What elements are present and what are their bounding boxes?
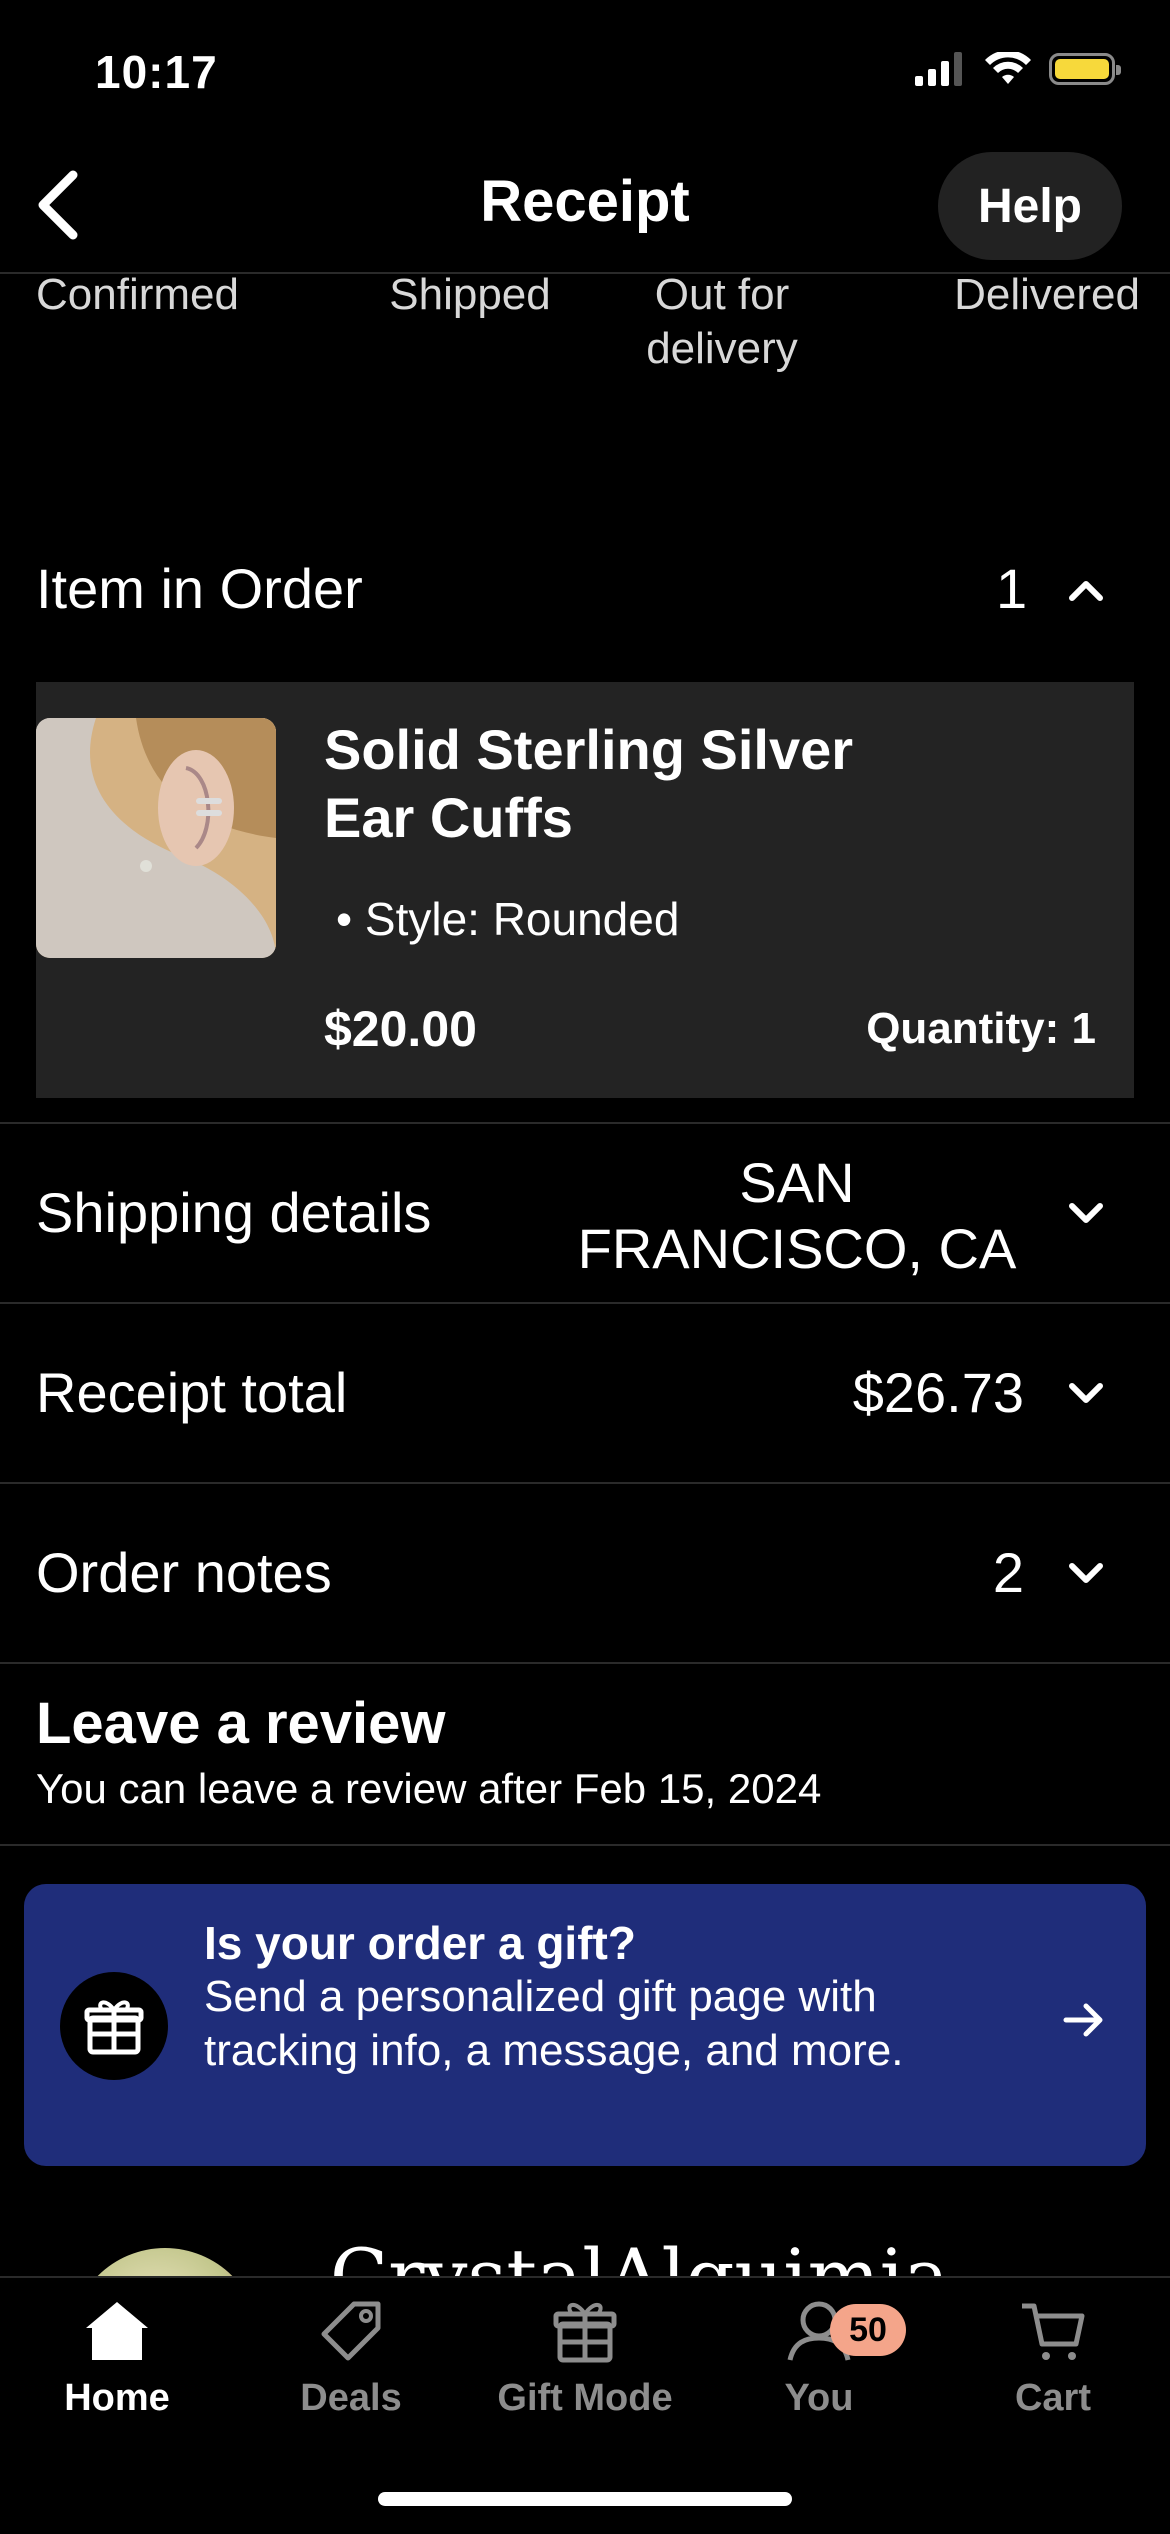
cellular-signal-icon: [915, 52, 962, 86]
tab-deals-label: Deals: [300, 2377, 402, 2419]
receipt-total-label: Receipt total: [36, 1361, 348, 1424]
gift-icon: [60, 1972, 168, 2080]
receipt-total-row[interactable]: Receipt total $26.73: [0, 1304, 1170, 1482]
chevron-down-icon: [1064, 1552, 1108, 1596]
review-title: Leave a review: [36, 1691, 446, 1756]
tab-gift-mode-label: Gift Mode: [497, 2377, 673, 2419]
status-time: 10:17: [95, 46, 218, 98]
tab-home[interactable]: Home: [0, 2298, 234, 2420]
item-name: Solid Sterling Silver Ear Cuffs: [324, 718, 854, 849]
order-notes-label: Order notes: [36, 1541, 332, 1604]
arrow-right-icon: [1062, 2000, 1106, 2045]
step-delivered: Delivered: [954, 270, 1140, 319]
tab-you[interactable]: 50 You: [702, 2298, 936, 2420]
shipping-details-label: Shipping details: [36, 1181, 432, 1244]
shipping-details-value: SAN FRANCISCO, CA: [577, 1151, 1017, 1280]
order-notes-row[interactable]: Order notes 2: [0, 1484, 1170, 1662]
chevron-down-icon: [1064, 1372, 1108, 1416]
order-notes-count: 2: [992, 1541, 1024, 1604]
divider: [0, 1662, 1170, 1664]
home-icon: [86, 2302, 148, 2360]
gift-banner[interactable]: Is your order a gift? Send a personalize…: [24, 1884, 1146, 2166]
battery-icon: [1049, 53, 1121, 85]
item-quantity: Quantity: 1: [866, 1004, 1096, 1053]
chevron-up-icon: [1064, 568, 1108, 612]
items-section-header[interactable]: Item in Order 1: [0, 548, 1170, 638]
receipt-total-value: $26.73: [852, 1361, 1024, 1424]
help-button[interactable]: Help: [938, 152, 1122, 260]
tag-icon: [321, 2301, 381, 2361]
tab-gift-mode[interactable]: Gift Mode: [468, 2298, 702, 2420]
tab-you-label: You: [784, 2377, 854, 2419]
step-shipped: Shipped: [389, 270, 551, 319]
items-count: 1: [996, 557, 1028, 620]
cart-icon: [1022, 2303, 1085, 2360]
items-section-title: Item in Order: [36, 557, 363, 620]
notification-badge: 50: [830, 2304, 906, 2356]
home-indicator[interactable]: [378, 2492, 792, 2506]
tab-home-label: Home: [64, 2377, 170, 2419]
item-price: $20.00: [324, 1001, 477, 1057]
tab-cart-label: Cart: [1014, 2377, 1092, 2419]
chevron-down-icon: [1064, 1192, 1108, 1236]
divider: [0, 1844, 1170, 1846]
item-style-text: Style: Rounded: [364, 893, 680, 945]
review-subtitle: You can leave a review after Feb 15, 202…: [36, 1765, 822, 1812]
wifi-icon: [985, 52, 1031, 84]
tab-deals[interactable]: Deals: [234, 2298, 468, 2420]
order-progress: Confirmed Shipped Out for delivery Deliv…: [0, 268, 1170, 388]
status-icons: [915, 52, 1121, 86]
gift-banner-body: Send a personalized gift page with track…: [204, 1972, 904, 2075]
item-thumbnail: [36, 718, 276, 958]
shipping-details-row[interactable]: Shipping details SAN FRANCISCO, CA: [0, 1124, 1170, 1302]
order-item-card[interactable]: Solid Sterling Silver Ear Cuffs • Style:…: [36, 682, 1134, 1098]
step-confirmed: Confirmed: [36, 270, 239, 319]
item-style: • Style: Rounded: [336, 893, 680, 945]
step-out-for-delivery: Out for delivery: [646, 270, 798, 373]
gift-banner-title: Is your order a gift?: [204, 1917, 636, 1969]
gift-icon: [553, 2303, 617, 2363]
tab-cart[interactable]: Cart: [936, 2298, 1170, 2420]
